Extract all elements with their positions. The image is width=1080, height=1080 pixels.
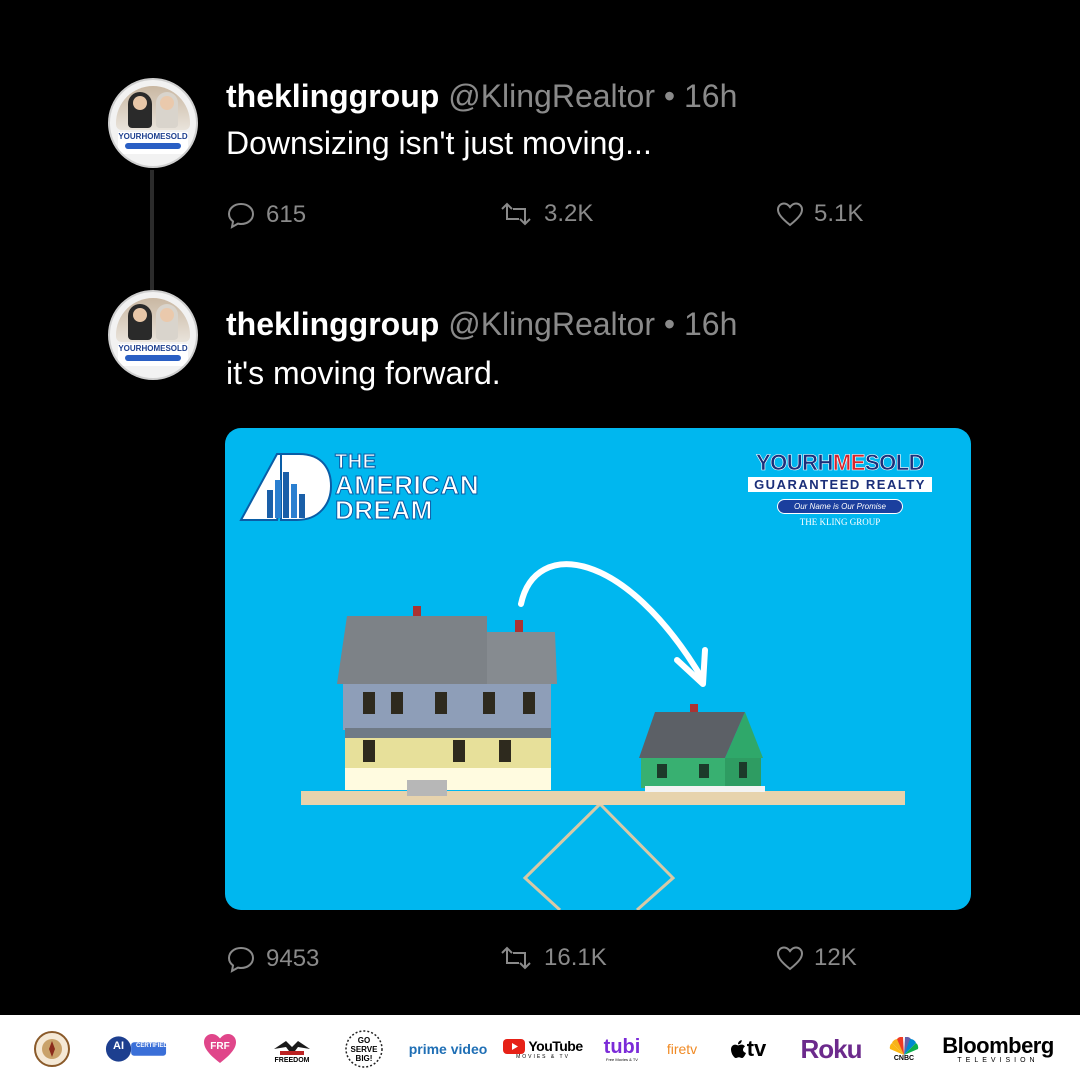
reply-count: 615 xyxy=(266,201,307,228)
like-count: 12K xyxy=(814,944,857,971)
avatar[interactable]: YOURHOMESOLD xyxy=(108,290,198,380)
reply-icon xyxy=(227,946,255,973)
partner-logo-strip: AI CERTIFIED FRF FREEDOM GO SERVE BIG! p… xyxy=(0,1015,1080,1080)
tweet-actions: 615 3.2K 5.1K xyxy=(226,200,926,232)
tweet-header: theklinggroup @KlingRealtor • 16h xyxy=(226,306,737,343)
freedom-eagle-logo: FREEDOM xyxy=(268,1031,316,1067)
seal-logo-icon xyxy=(32,1031,72,1067)
frf-heart-logo: FRF xyxy=(202,1031,238,1067)
youtube-play-icon xyxy=(503,1038,526,1054)
roku-logo: Roku xyxy=(800,1033,863,1064)
youtube-logo: YouTube MOVIES & TV xyxy=(503,1031,583,1067)
handle-and-time[interactable]: @KlingRealtor • 16h xyxy=(448,306,737,342)
cnbc-logo: CNBC xyxy=(886,1031,922,1067)
apple-icon xyxy=(730,1039,746,1058)
tweet-media-image[interactable]: THE AMERICAN DREAM YOURHMESOLD GUARANTEE… xyxy=(225,428,971,910)
go-serve-big-logo: GO SERVE BIG! xyxy=(342,1030,386,1068)
avatar-badge: YOURHOMESOLD xyxy=(118,344,188,366)
reply-button[interactable]: 615 xyxy=(226,200,306,230)
prime-video-logo: prime video xyxy=(408,1041,488,1057)
display-name[interactable]: theklinggroup xyxy=(226,78,439,114)
reply-button[interactable]: 9453 xyxy=(226,944,319,974)
tweet-text: Downsizing isn't just moving... xyxy=(226,125,652,161)
retweet-button[interactable]: 3.2K xyxy=(498,200,593,228)
bloomberg-television-logo: Bloomberg TELEVISION xyxy=(942,1032,1054,1064)
retweet-icon xyxy=(501,202,531,226)
handle-and-time[interactable]: @KlingRealtor • 16h xyxy=(448,78,737,114)
retweet-count: 16.1K xyxy=(544,944,607,971)
like-button[interactable]: 12K xyxy=(776,944,857,972)
retweet-button[interactable]: 16.1K xyxy=(498,944,607,972)
avatar-badge: YOURHOMESOLD xyxy=(118,132,188,154)
reply-icon xyxy=(227,202,255,229)
retweet-count: 3.2K xyxy=(544,200,594,227)
heart-icon xyxy=(776,202,804,227)
reply-count: 9453 xyxy=(266,945,320,972)
retweet-icon xyxy=(501,946,531,970)
firetv-logo: firetv xyxy=(666,1041,698,1057)
tweet-actions: 9453 16.1K 12K xyxy=(226,944,926,976)
tubi-logo: tubi Free Movies & TV xyxy=(603,1035,641,1062)
peacock-icon xyxy=(889,1036,919,1055)
tweet-text: it's moving forward. xyxy=(226,355,501,391)
thread-connector-line xyxy=(150,170,154,292)
display-name[interactable]: theklinggroup xyxy=(226,306,439,342)
like-count: 5.1K xyxy=(814,200,864,227)
avatar[interactable]: YOURHOMESOLD xyxy=(108,78,198,168)
heart-icon xyxy=(776,946,804,971)
apple-tv-logo: tv xyxy=(724,1031,772,1067)
downsizing-illustration xyxy=(301,561,905,910)
ai-certified-logo: AI CERTIFIED xyxy=(104,1031,168,1067)
like-button[interactable]: 5.1K xyxy=(776,200,863,228)
tweet-header: theklinggroup @KlingRealtor • 16h xyxy=(226,78,737,115)
